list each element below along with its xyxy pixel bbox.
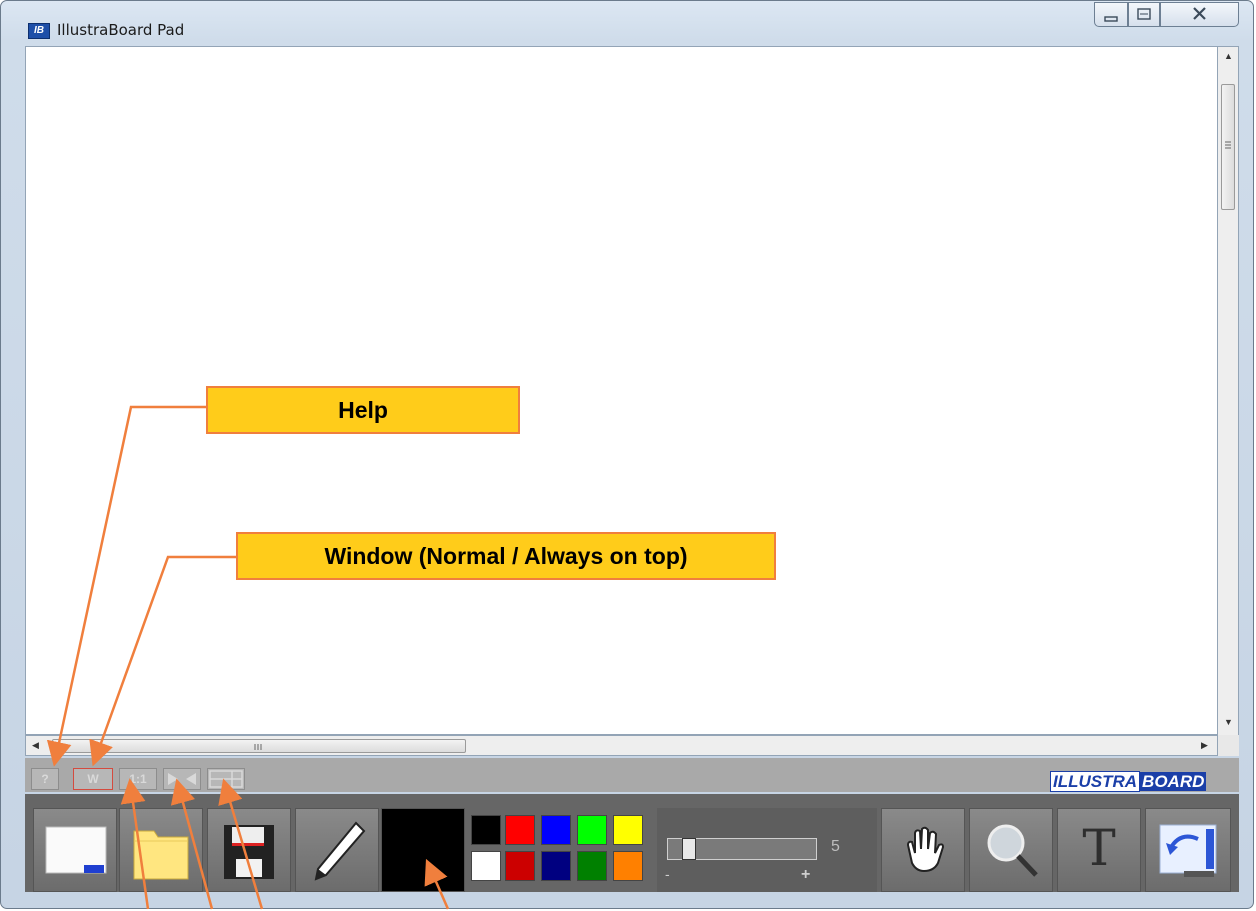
- brush-size-minus[interactable]: -: [665, 866, 670, 882]
- close-button[interactable]: [1160, 2, 1239, 27]
- undo-button[interactable]: [1145, 808, 1231, 892]
- new-page-icon: [45, 826, 107, 874]
- pen-icon: [314, 821, 366, 881]
- help-button[interactable]: ?: [31, 768, 59, 790]
- brush-size-value: 5: [831, 838, 840, 855]
- maximize-icon: [1137, 8, 1151, 20]
- brush-size-panel: 5 - +: [657, 808, 877, 892]
- zoom-tool-button[interactable]: [969, 808, 1053, 892]
- pan-tool-button[interactable]: [881, 808, 965, 892]
- magnifier-icon: [987, 824, 1038, 877]
- color-black[interactable]: [471, 815, 501, 845]
- color-dark-green[interactable]: [577, 851, 607, 881]
- actual-size-button[interactable]: 1:1: [119, 768, 157, 790]
- split-view-button[interactable]: [207, 768, 245, 790]
- open-button[interactable]: [119, 808, 203, 892]
- current-color-swatch[interactable]: [381, 808, 465, 892]
- color-blue[interactable]: [541, 815, 571, 845]
- scroll-up-icon[interactable]: ▲: [1224, 51, 1233, 61]
- window-mode-button[interactable]: W: [73, 768, 113, 790]
- mini-toolbar: ? W 1:1 ILLUSTRA BOARD: [25, 758, 1239, 792]
- folder-icon: [133, 830, 189, 880]
- minimize-button[interactable]: [1094, 2, 1128, 27]
- fit-to-window-button[interactable]: [163, 768, 201, 790]
- vertical-scrollbar[interactable]: ▲ ▼: [1218, 46, 1239, 735]
- color-orange[interactable]: [613, 851, 643, 881]
- scroll-down-icon[interactable]: ▼: [1224, 717, 1233, 727]
- brush-size-plus[interactable]: +: [801, 866, 810, 884]
- grip-icon: [254, 744, 262, 750]
- brush-size-handle[interactable]: [682, 838, 696, 860]
- close-icon: [1193, 7, 1206, 20]
- horizontal-scroll-thumb[interactable]: [52, 739, 466, 753]
- app-icon: IB: [28, 23, 50, 39]
- color-white[interactable]: [471, 851, 501, 881]
- drawing-canvas[interactable]: [25, 46, 1218, 735]
- save-button[interactable]: [207, 808, 291, 892]
- help-callout: Help: [206, 386, 520, 434]
- logo-part-2: BOARD: [1140, 772, 1207, 791]
- new-page-button[interactable]: [33, 808, 117, 892]
- scrollbar-corner: [1218, 735, 1239, 756]
- scroll-left-icon[interactable]: ◀: [32, 740, 39, 751]
- window-callout: Window (Normal / Always on top): [236, 532, 776, 580]
- main-toolbar: 5 - + T: [25, 794, 1239, 892]
- hand-icon: [906, 826, 945, 873]
- fit-icon: [168, 773, 196, 785]
- logo-part-1: ILLUSTRA: [1050, 771, 1141, 792]
- window-title: IllustraBoard Pad: [57, 21, 185, 39]
- grip-icon: [1225, 141, 1231, 149]
- split-icon: [209, 770, 243, 788]
- text-tool-button[interactable]: T: [1057, 808, 1141, 892]
- title-bar[interactable]: IB IllustraBoard Pad: [1, 1, 1253, 45]
- text-tool-label: T: [1082, 819, 1116, 877]
- vertical-scroll-thumb[interactable]: [1221, 84, 1235, 210]
- pen-tool-button[interactable]: [295, 808, 379, 892]
- color-dark-red[interactable]: [505, 851, 535, 881]
- illustraboard-logo: ILLUSTRA BOARD: [1050, 771, 1207, 793]
- color-red[interactable]: [505, 815, 535, 845]
- brush-size-slider[interactable]: [667, 838, 817, 860]
- minimize-icon: [1104, 16, 1118, 22]
- app-window: IB IllustraBoard Pad ▲ ▼ ◀ ▶ ? W 1:1 ILL…: [0, 0, 1254, 909]
- floppy-disk-icon: [224, 825, 274, 879]
- horizontal-scrollbar[interactable]: ◀ ▶: [25, 735, 1218, 756]
- color-navy[interactable]: [541, 851, 571, 881]
- scroll-right-icon[interactable]: ▶: [1201, 740, 1208, 751]
- color-green[interactable]: [577, 815, 607, 845]
- undo-icon: [1159, 824, 1217, 877]
- maximize-button[interactable]: [1128, 2, 1160, 27]
- color-yellow[interactable]: [613, 815, 643, 845]
